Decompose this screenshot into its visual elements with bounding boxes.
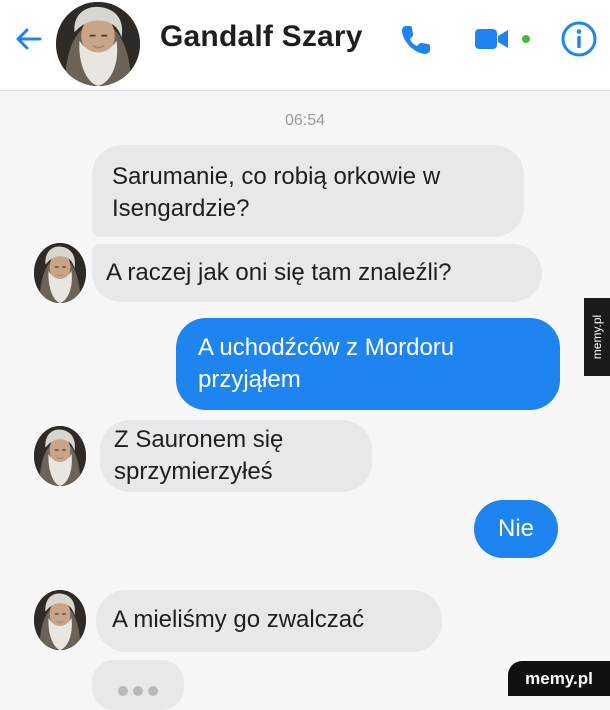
message-line: Z Sauronem się [114, 426, 284, 453]
typing-dot [148, 686, 158, 696]
phone-icon[interactable] [398, 22, 434, 58]
incoming-message[interactable]: Z Sauronem się sprzymierzyłeś [100, 420, 372, 492]
message-line: A raczej jak oni się tam znaleźli? [106, 259, 452, 286]
conversation-header: Gandalf Szary [0, 0, 610, 91]
back-arrow-icon[interactable] [14, 24, 44, 54]
incoming-message[interactable]: A mieliśmy go zwalczać [96, 590, 442, 652]
message-line: przyjąłem [198, 366, 301, 393]
incoming-message[interactable]: Sarumanie, co robią orkowie w Isengardzi… [92, 145, 524, 237]
outgoing-message[interactable]: A uchodźców z Mordoru przyjąłem [176, 318, 560, 410]
contact-name[interactable]: Gandalf Szary [160, 20, 363, 54]
outgoing-message[interactable]: Nie [474, 500, 558, 558]
message-line: Nie [497, 515, 534, 542]
info-icon[interactable] [560, 20, 598, 58]
message-line: sprzymierzyłeś [114, 458, 273, 485]
message-line: Sarumanie, co robią orkowie w [112, 163, 441, 190]
side-watermark-text: memy.pl [590, 314, 604, 360]
typing-dot [118, 686, 128, 696]
typing-dot [133, 686, 143, 696]
message-line: A uchodźców z Mordoru [198, 334, 455, 361]
online-status-dot [522, 35, 530, 43]
sender-avatar[interactable] [34, 426, 86, 486]
message-line: A mieliśmy go zwalczać [112, 606, 365, 633]
corner-watermark: memy.pl [508, 661, 610, 696]
video-camera-icon[interactable] [474, 26, 510, 52]
contact-avatar[interactable] [56, 2, 140, 86]
side-watermark: memy.pl [584, 298, 610, 376]
message-line: Isengardzie? [112, 195, 250, 222]
message-timestamp: 06:54 [284, 112, 326, 129]
incoming-message[interactable]: A raczej jak oni się tam znaleźli? [92, 244, 542, 302]
typing-indicator [92, 660, 184, 710]
sender-avatar[interactable] [34, 243, 86, 303]
sender-avatar[interactable] [34, 590, 86, 650]
